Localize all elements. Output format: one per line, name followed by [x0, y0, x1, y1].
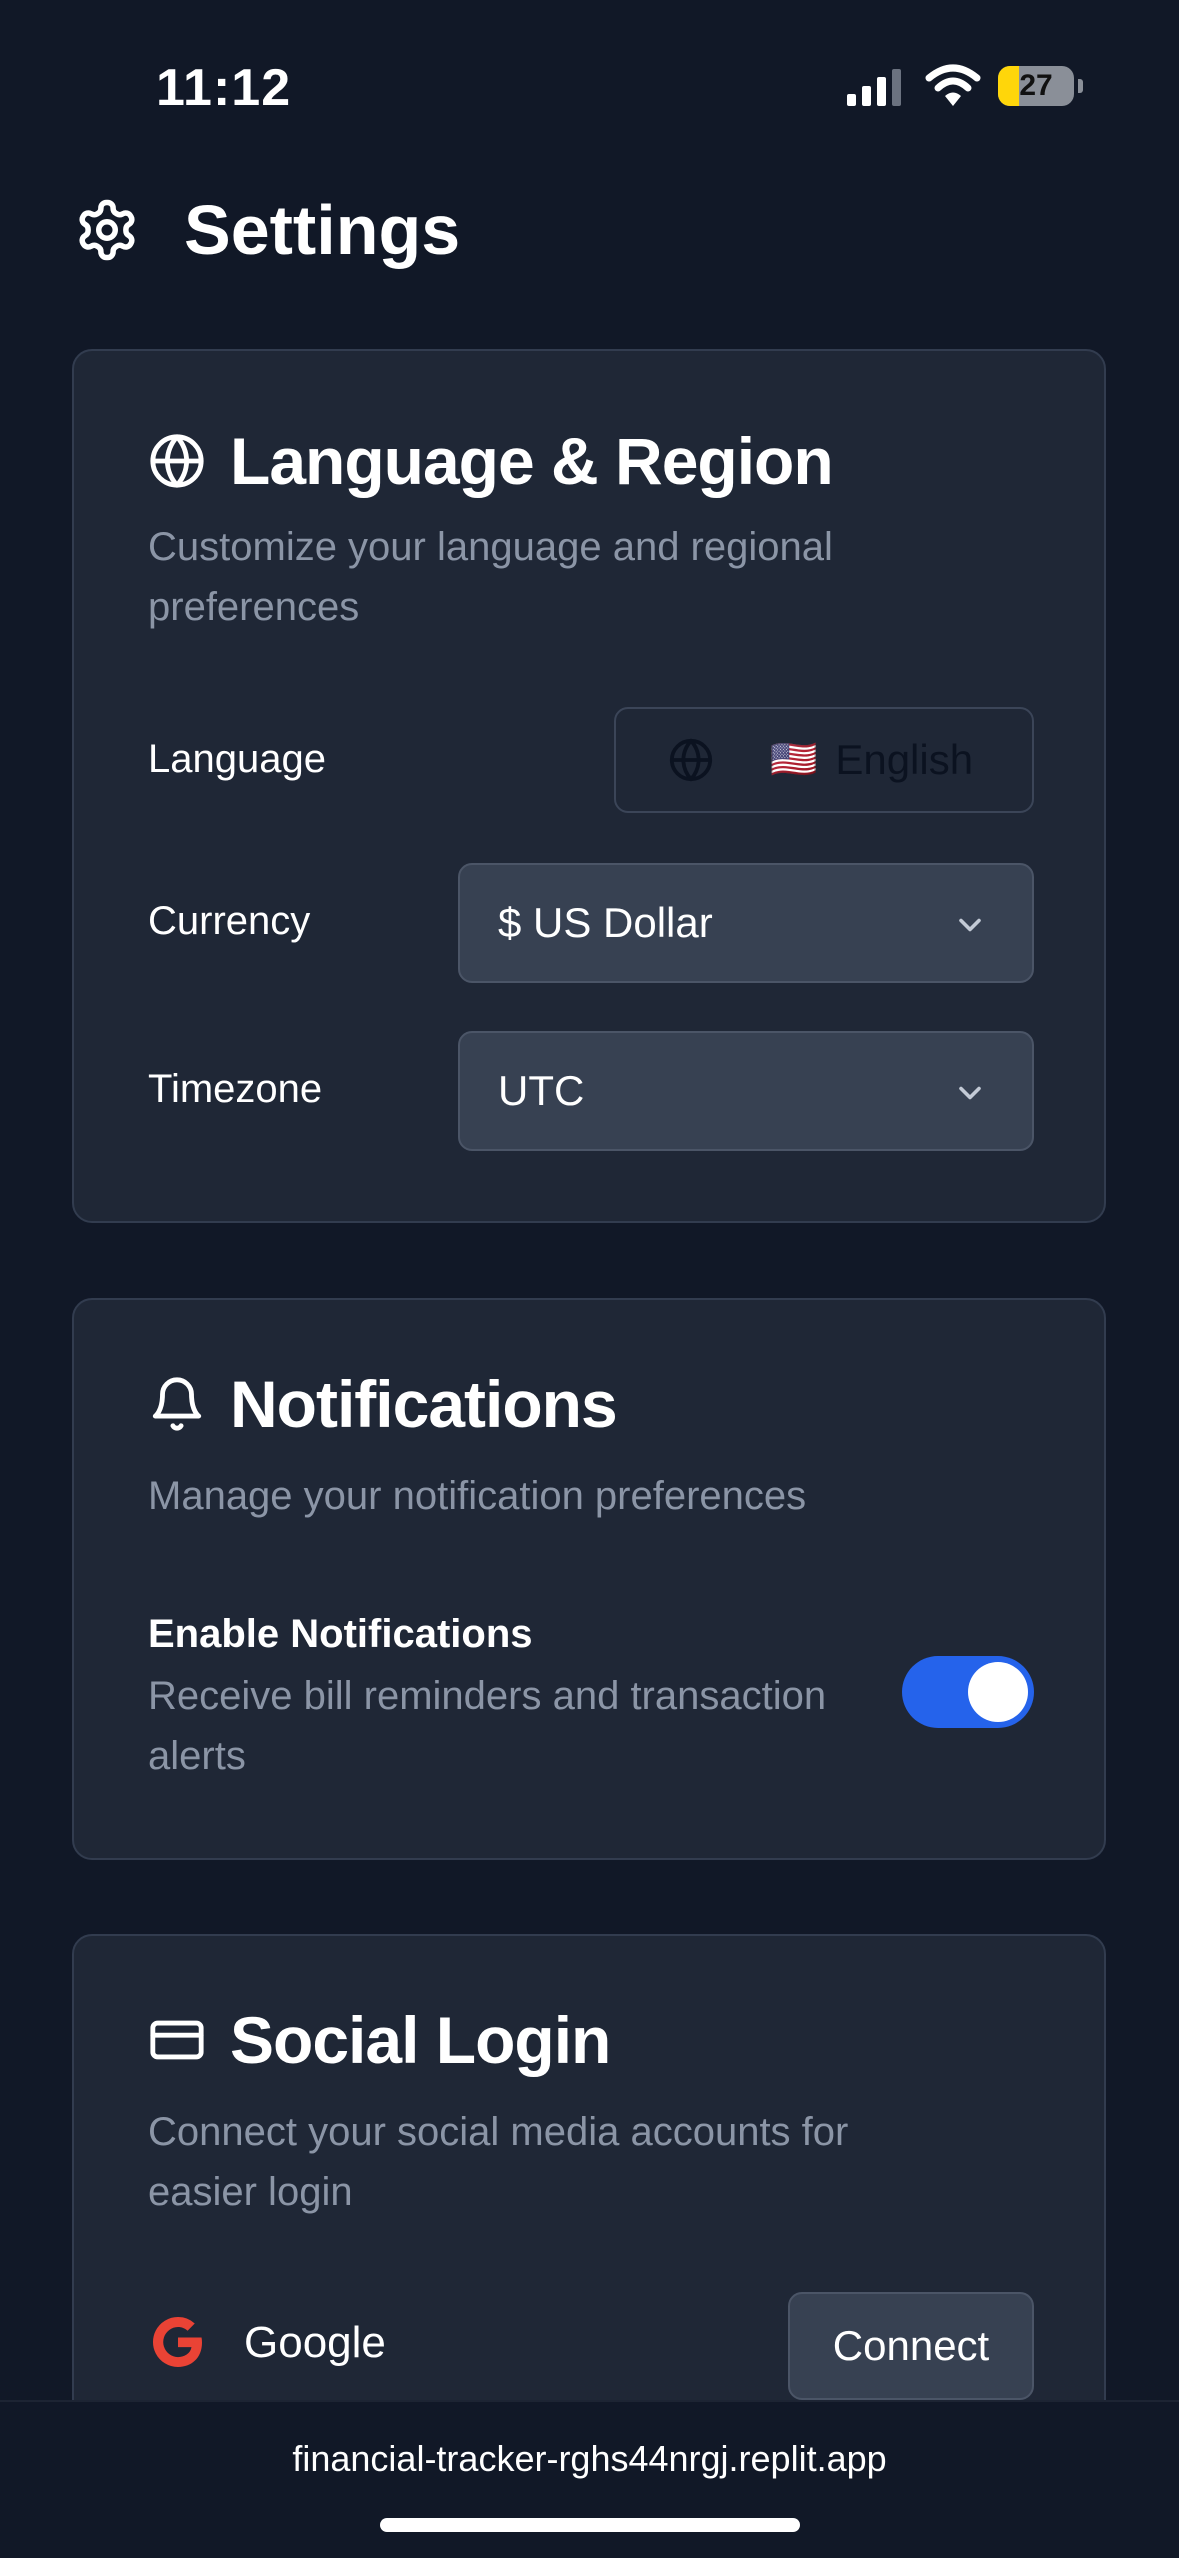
cellular-signal-icon — [847, 69, 901, 106]
chevron-down-icon — [959, 1086, 981, 1100]
provider-name-google: Google — [244, 2318, 386, 2367]
google-connect-button[interactable]: Connect — [788, 2292, 1034, 2400]
status-bar: 11:12 27 — [0, 0, 1179, 150]
language-region-header: Language & Region — [148, 421, 834, 501]
language-label: Language — [148, 737, 326, 781]
enable-notifications-description: Receive bill reminders and transaction a… — [148, 1674, 827, 1778]
notifications-toggle[interactable] — [902, 1656, 1034, 1728]
language-region-card: Language & Region Customize your languag… — [72, 349, 1106, 1223]
timezone-value: UTC — [498, 1067, 585, 1114]
currency-label: Currency — [148, 899, 311, 943]
page-title: Settings — [184, 191, 461, 269]
notifications-card: Notifications Manage your notification p… — [72, 1298, 1106, 1860]
notifications-header: Notifications — [148, 1364, 618, 1444]
us-flag-icon: 🇺🇸 — [770, 739, 818, 781]
bell-icon — [152, 1377, 202, 1431]
home-indicator[interactable] — [380, 2518, 800, 2532]
url-bar[interactable]: financial-tracker-rghs44nrgj.replit.app — [0, 2438, 1179, 2480]
timezone-label: Timezone — [148, 1067, 323, 1111]
globe-icon — [150, 434, 204, 488]
browser-bottom-bar: financial-tracker-rghs44nrgj.replit.app — [0, 2400, 1179, 2558]
currency-select[interactable]: $ US Dollar — [458, 863, 1034, 983]
google-icon — [152, 2316, 202, 2367]
social-login-header: Social Login — [148, 2000, 611, 2080]
page-header: Settings — [74, 185, 460, 275]
social-login-title: Social Login — [230, 2003, 611, 2077]
globe-icon — [669, 738, 713, 782]
social-login-description: Connect your social media accounts for e… — [148, 2110, 849, 2214]
chevron-down-icon — [959, 918, 981, 932]
battery-level: 27 — [1019, 69, 1053, 102]
notifications-description: Manage your notification preferences — [148, 1474, 807, 1518]
credit-card-icon — [150, 2020, 204, 2060]
status-time: 11:12 — [156, 59, 292, 117]
language-region-description: Customize your language and regional pre… — [148, 525, 833, 629]
language-region-title: Language & Region — [230, 424, 834, 498]
wifi-icon — [925, 64, 981, 106]
gear-icon — [79, 199, 135, 261]
language-selector-button[interactable]: 🇺🇸 English — [614, 707, 1034, 813]
timezone-select[interactable]: UTC — [458, 1031, 1034, 1151]
enable-notifications-label: Enable Notifications — [148, 1612, 533, 1656]
toggle-knob — [968, 1662, 1028, 1722]
battery-indicator: 27 — [998, 66, 1083, 106]
language-value: English — [835, 736, 974, 783]
notifications-title: Notifications — [230, 1367, 618, 1441]
currency-value: $ US Dollar — [498, 899, 713, 946]
